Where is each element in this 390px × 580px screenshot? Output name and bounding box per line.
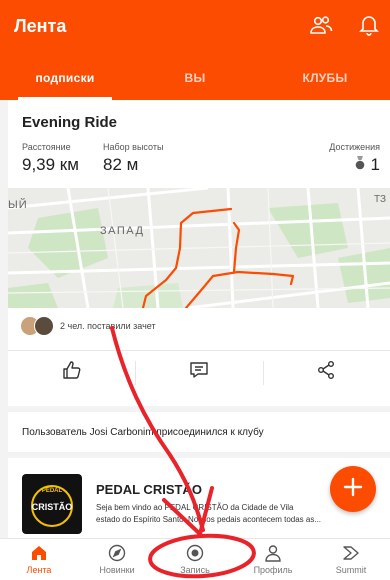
activity-actions (8, 350, 390, 394)
feed-tabs: подписки вы клубы (0, 58, 390, 100)
club-name[interactable]: PEDAL CRISTÃO (96, 482, 202, 497)
nav-record[interactable]: Запись (156, 539, 234, 580)
record-icon (186, 544, 204, 562)
tab-clubs[interactable]: клубы (260, 58, 390, 98)
nav-profile[interactable]: Профиль (234, 539, 312, 580)
stat-value: 82 м (103, 155, 139, 174)
tab-label: вы (184, 71, 206, 85)
share-icon (316, 360, 336, 385)
notice-text: Пользователь Josi Carbonim присоединился… (22, 426, 264, 438)
stat-achievements: Достижения 1 (329, 142, 380, 175)
kudos-text[interactable]: 2 чел. поставили зачет (60, 321, 156, 331)
stat-value: 1 (370, 155, 380, 174)
profile-icon (264, 544, 282, 562)
club-join-notice[interactable]: Пользователь Josi Carbonim присоединился… (8, 412, 390, 452)
nav-explore[interactable]: Новинки (78, 539, 156, 580)
kudos-row[interactable]: 2 чел. поставили зачет (8, 308, 390, 344)
add-activity-button[interactable] (330, 466, 376, 512)
stat-label: Достижения (329, 142, 380, 152)
compass-icon (108, 544, 126, 562)
people-icon[interactable] (308, 12, 334, 38)
nav-label: Запись (180, 565, 210, 575)
nav-label: Summit (335, 565, 367, 575)
bottom-navigation: Лента Новинки Запись Профиль Summit (0, 538, 390, 580)
stat-distance: Расстояние 9,39 км (22, 142, 79, 175)
tab-label: клубы (302, 71, 348, 85)
activity-title[interactable]: Evening Ride (22, 114, 117, 131)
map-label: ТЗ (374, 194, 386, 205)
kudos-button[interactable] (8, 351, 135, 394)
logo-text: CRISTÃO (32, 502, 73, 512)
nav-feed[interactable]: Лента (0, 539, 78, 580)
nav-label: Профиль (253, 565, 293, 575)
route-map[interactable]: ЫЙ ЗАПАД ТЗ (8, 188, 390, 308)
tab-label: подписки (35, 71, 95, 85)
nav-label: Новинки (99, 565, 135, 575)
map-label: ЫЙ (8, 198, 28, 211)
app-screen: Лента подписки вы клубы (0, 0, 390, 580)
summit-icon (342, 544, 360, 562)
bell-icon[interactable] (356, 12, 382, 38)
home-icon (30, 544, 48, 562)
page-title: Лента (14, 16, 67, 36)
stat-value: 9,39 км (22, 155, 79, 174)
medal-icon (355, 155, 365, 175)
avatar[interactable] (34, 316, 54, 336)
club-logo[interactable]: PEDAL CRISTÃO (22, 474, 82, 534)
nav-summit[interactable]: Summit (312, 539, 390, 580)
thumbs-up-icon (62, 360, 82, 385)
stat-label: Расстояние (22, 142, 71, 152)
tab-following[interactable]: подписки (0, 58, 130, 100)
activity-card[interactable]: Evening Ride Расстояние 9,39 км Набор вы… (8, 100, 390, 406)
stat-elevation: Набор высоты 82 м (103, 142, 163, 175)
comment-button[interactable] (135, 351, 262, 394)
club-description-line: estado do Espírito Santo. Nossos pedais … (96, 515, 322, 524)
tab-you[interactable]: вы (130, 58, 260, 98)
share-button[interactable] (262, 351, 390, 394)
logo-top-text: PEDAL (42, 488, 63, 494)
stat-label: Набор высоты (103, 142, 164, 152)
plus-icon (343, 477, 363, 502)
comment-icon (189, 360, 209, 385)
map-label: ЗАПАД (100, 225, 144, 237)
nav-label: Лента (26, 565, 52, 575)
top-app-bar: Лента подписки вы клубы (0, 0, 390, 100)
